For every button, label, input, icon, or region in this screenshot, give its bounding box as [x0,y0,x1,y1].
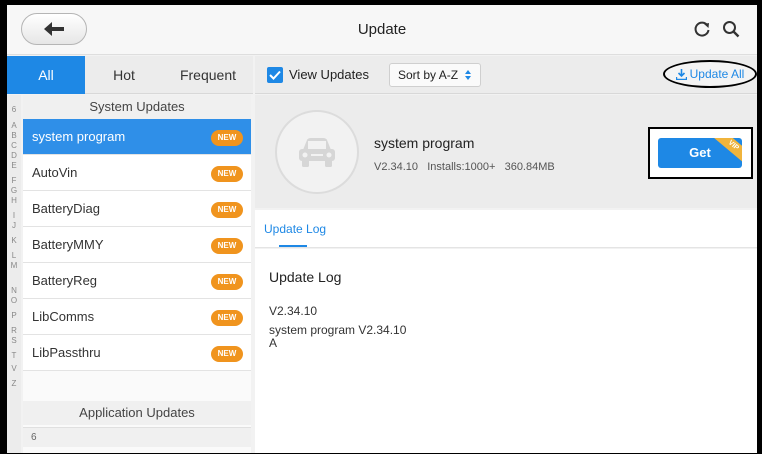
alpha-letter[interactable]: E [7,161,21,170]
download-icon [675,68,687,80]
new-badge: NEW [211,274,243,290]
screen: Update All Hot Frequent View Updates Sor… [7,5,757,453]
tab-frequent[interactable]: Frequent [163,56,253,94]
log-version: V2.34.10 [269,304,318,318]
list-item[interactable]: system program NEW [23,119,251,155]
alpha-letter[interactable]: F [7,176,21,185]
app-meta: V2.34.10 Installs:1000+ 360.84MB [374,161,555,173]
group-header-6: 6 [23,427,251,447]
get-button-frame: Get VIP [648,127,753,179]
page-title: Update [357,21,407,38]
alpha-letter[interactable]: S [7,336,21,345]
item-name: BatteryReg [32,273,98,288]
list-item[interactable]: AutoVin NEW [23,155,251,191]
alpha-letter[interactable]: N [7,286,21,295]
sort-arrows-icon [465,70,471,80]
title-bar: Update [7,5,757,55]
device-frame: Update All Hot Frequent View Updates Sor… [0,0,762,454]
app-version: V2.34.10 [374,161,419,173]
new-badge: NEW [211,346,243,362]
item-name: system program [32,129,126,144]
alpha-letter[interactable]: T [7,351,21,360]
alpha-letter[interactable]: J [7,221,21,230]
alpha-letter[interactable]: M [7,261,21,270]
new-badge: NEW [211,238,243,254]
category-tabs: All Hot Frequent [7,56,253,94]
new-badge: NEW [211,130,243,146]
get-label: Get [689,145,711,160]
alpha-letter[interactable]: C [7,141,21,150]
log-text: system program V2.34.10 A [269,323,407,350]
alphabet-index: 6 A B C D E F G H I J K L M N O P R S T … [7,95,21,453]
new-badge: NEW [211,166,243,182]
new-badge: NEW [211,202,243,218]
update-list: System Updates system program NEW AutoVi… [23,95,251,453]
log-tabbar: Update Log [255,210,757,248]
section-header-system: System Updates [23,95,251,119]
log-heading: Update Log [269,269,342,285]
alpha-letter[interactable]: O [7,296,21,305]
view-updates-checkbox[interactable] [267,67,283,83]
item-name: LibComms [32,309,95,324]
update-all-button[interactable]: Update All [663,60,757,88]
get-button[interactable]: Get VIP [658,138,742,168]
item-name: AutoVin [32,165,78,180]
alpha-letter[interactable]: V [7,364,21,373]
alpha-letter[interactable]: H [7,196,21,205]
update-log-panel: Update Log V2.34.10 system program V2.34… [255,249,757,453]
tab-update-log[interactable]: Update Log [264,210,326,248]
update-all-label: Update All [689,67,745,81]
list-item[interactable]: BatteryMMY NEW [23,227,251,263]
item-name: BatteryMMY [32,237,104,252]
checkmark-icon [269,70,281,80]
sort-label: Sort by A-Z [398,68,459,82]
alpha-letter[interactable]: 6 [7,105,21,114]
alpha-letter[interactable]: L [7,251,21,260]
tab-all[interactable]: All [7,56,85,94]
search-icon[interactable] [722,20,740,38]
vip-ribbon: VIP [713,138,742,165]
app-installs: Installs:1000+ [427,161,496,173]
list-item[interactable]: BatteryDiag NEW [23,191,251,227]
refresh-icon[interactable] [693,20,711,38]
alpha-letter[interactable]: A [7,121,21,130]
app-detail-card: system program V2.34.10 Installs:1000+ 3… [255,95,757,208]
list-item[interactable]: LibPassthru NEW [23,335,251,371]
app-name: system program [374,135,475,151]
toolbar: View Updates Sort by A-Z Update All [255,56,757,94]
alpha-letter[interactable]: D [7,151,21,160]
sort-dropdown[interactable]: Sort by A-Z [389,63,481,87]
item-name: LibPassthru [32,345,101,360]
alpha-letter[interactable]: Z [7,379,21,388]
alpha-letter[interactable]: R [7,326,21,335]
view-updates-label[interactable]: View Updates [289,67,369,82]
app-size: 360.84MB [504,161,555,173]
alpha-letter[interactable]: G [7,186,21,195]
alpha-letter[interactable]: B [7,131,21,140]
tab-hot[interactable]: Hot [85,56,163,94]
car-icon [299,138,335,167]
app-avatar [275,110,359,194]
item-name: BatteryDiag [32,201,100,216]
alpha-letter[interactable]: I [7,211,21,220]
alpha-letter[interactable]: K [7,236,21,245]
tab-underline [279,245,307,247]
section-header-application: Application Updates [23,401,251,425]
list-item[interactable]: BatteryReg NEW [23,263,251,299]
new-badge: NEW [211,310,243,326]
alpha-letter[interactable]: P [7,311,21,320]
list-item[interactable]: LibComms NEW [23,299,251,335]
